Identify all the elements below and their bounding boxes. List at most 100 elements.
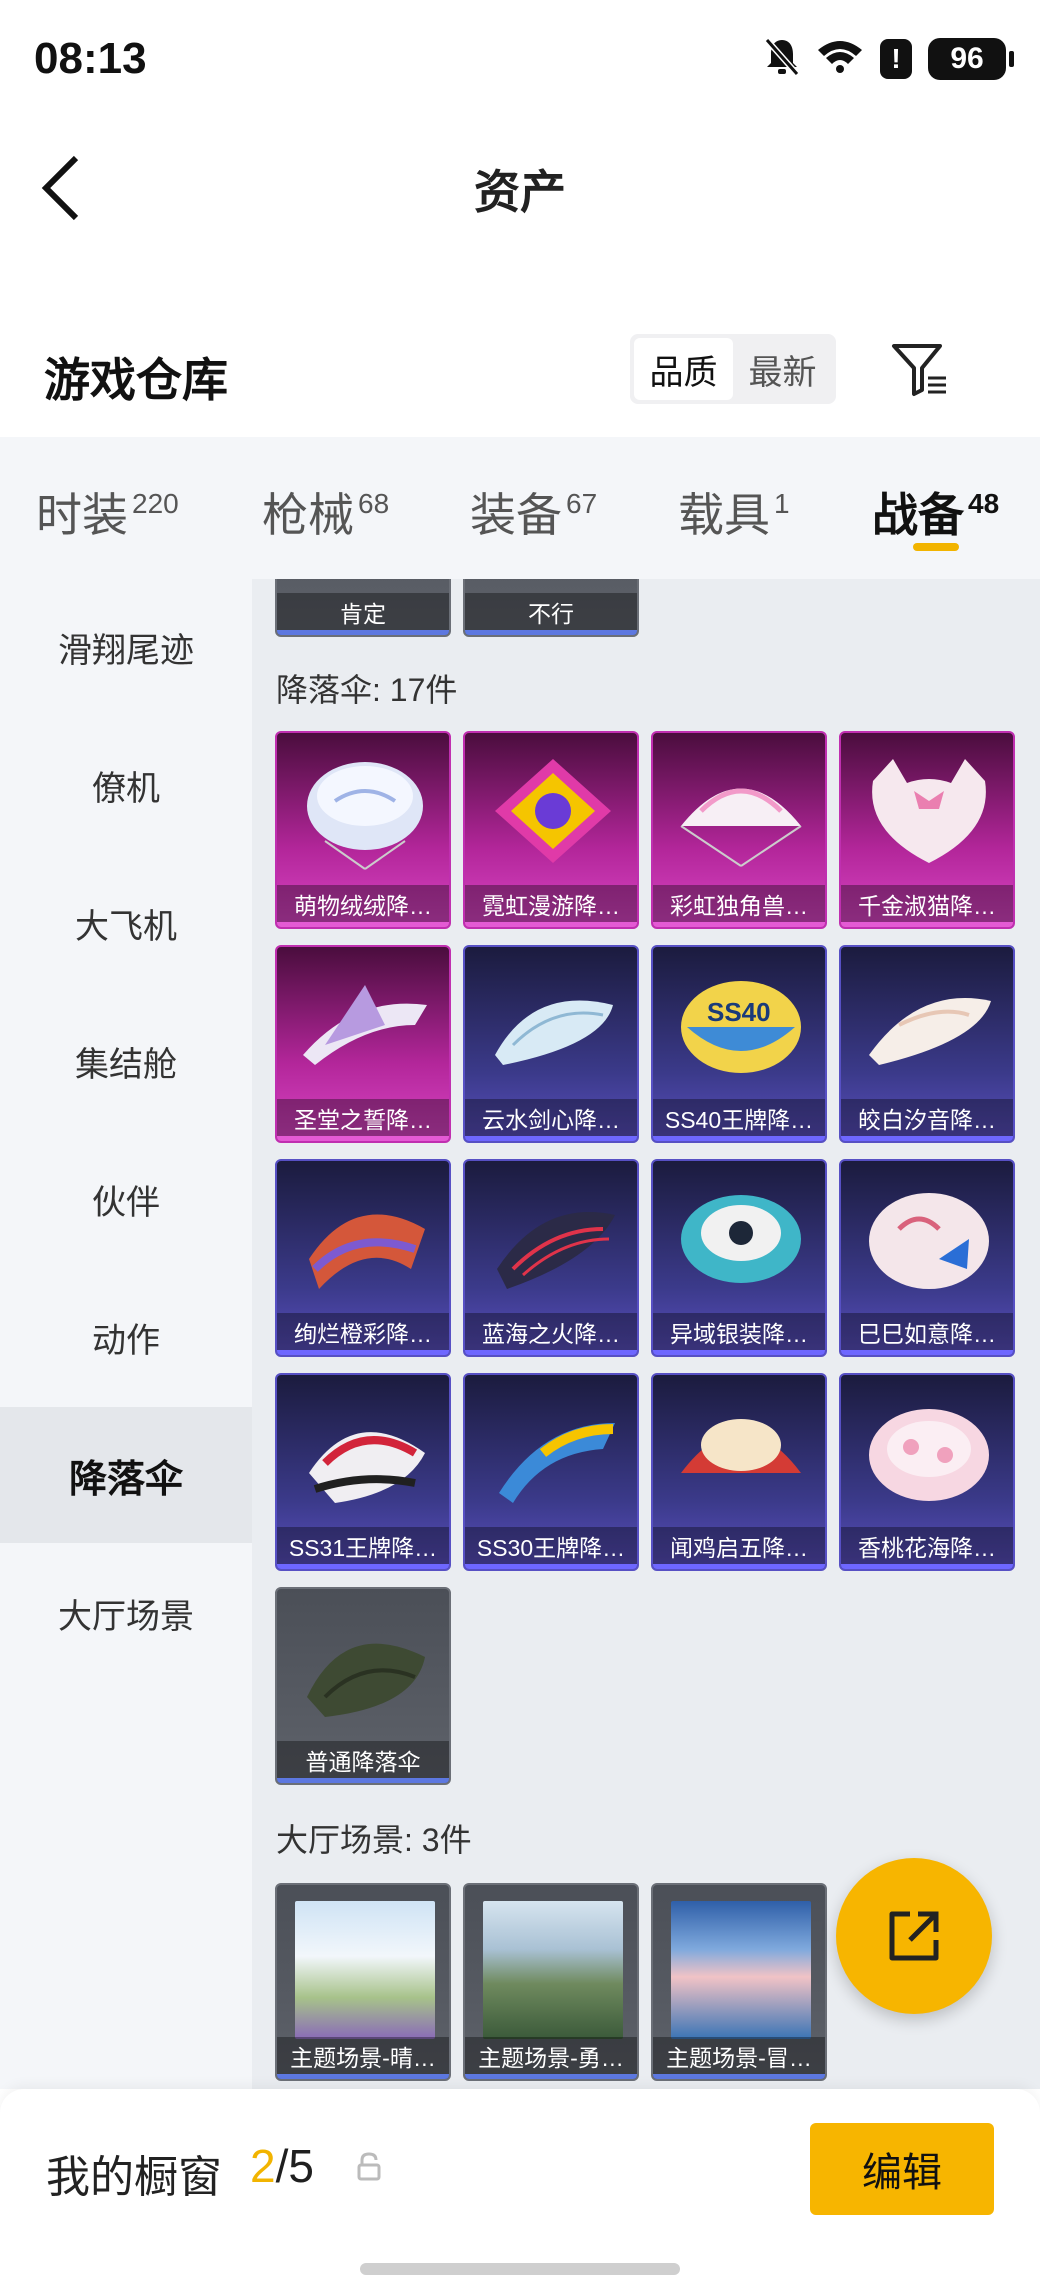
sidebar-item-wingman[interactable]: 僚机 bbox=[0, 717, 252, 853]
item-card[interactable]: 圣堂之誓降… bbox=[275, 945, 451, 1143]
parachute-icon: SS40 bbox=[681, 981, 801, 1073]
item-card[interactable]: 彩虹独角兽… bbox=[651, 731, 827, 929]
item-name: 萌物绒绒降… bbox=[277, 885, 449, 927]
parachute-icon bbox=[307, 1643, 425, 1717]
status-time: 08:13 bbox=[34, 34, 147, 83]
showcase-count: 2/5 bbox=[250, 2139, 314, 2193]
item-card[interactable]: 霓虹漫游降… bbox=[463, 731, 639, 929]
item-name: SS31王牌降… bbox=[277, 1527, 449, 1569]
scene-thumbnail bbox=[295, 1901, 435, 2039]
tab-count: 1 bbox=[774, 488, 790, 519]
mute-bell-icon bbox=[764, 36, 800, 81]
scene-card[interactable]: 主题场景-勇… bbox=[463, 1883, 639, 2081]
tab-vehicles[interactable]: 载具 1 bbox=[678, 479, 790, 545]
item-card[interactable]: 千金淑猫降… bbox=[839, 731, 1015, 929]
sidebar-item-companion[interactable]: 伙伴 bbox=[0, 1131, 252, 1267]
item-name: SS30王牌降… bbox=[465, 1527, 637, 1569]
item-card[interactable]: 不行 bbox=[463, 579, 639, 637]
item-card[interactable]: SS31王牌降… bbox=[275, 1373, 451, 1571]
item-name: 绚烂橙彩降… bbox=[277, 1313, 449, 1355]
tab-readiness[interactable]: 战备 48 bbox=[872, 479, 999, 545]
lock-icon bbox=[355, 2151, 383, 2186]
item-card[interactable]: 绚烂橙彩降… bbox=[275, 1159, 451, 1357]
item-card[interactable]: 异域银装降… bbox=[651, 1159, 827, 1357]
parachute-icon bbox=[869, 998, 991, 1065]
home-indicator[interactable] bbox=[360, 2263, 680, 2275]
item-name: 肯定 bbox=[277, 593, 449, 635]
sort-quality-button[interactable]: 品质 bbox=[634, 338, 733, 400]
parachute-icon bbox=[497, 1212, 615, 1289]
item-card[interactable]: 香桃花海降… bbox=[839, 1373, 1015, 1571]
tab-equipment[interactable]: 装备 67 bbox=[470, 479, 597, 545]
item-card[interactable]: 闻鸡启五降… bbox=[651, 1373, 827, 1571]
scene-thumbnail bbox=[483, 1901, 623, 2039]
parachute-icon bbox=[307, 762, 423, 870]
parachute-icon bbox=[681, 1419, 801, 1473]
tab-label: 载具 bbox=[678, 489, 770, 541]
sidebar-item-glide-trail[interactable]: 滑翔尾迹 bbox=[0, 579, 252, 715]
parachute-icon bbox=[499, 1423, 615, 1503]
active-tab-indicator bbox=[913, 543, 959, 551]
battery-icon: 96 bbox=[928, 37, 1014, 80]
showcase-bar: 我的橱窗 2/5 编辑 bbox=[0, 2089, 1040, 2295]
parachute-icon bbox=[309, 1432, 425, 1503]
scene-card[interactable]: 主题场景-冒… bbox=[651, 1883, 827, 2081]
page-title: 资产 bbox=[474, 166, 566, 218]
sort-newest-button[interactable]: 最新 bbox=[733, 338, 832, 400]
item-name: 皎白汐音降… bbox=[841, 1099, 1013, 1141]
tab-label: 战备 bbox=[872, 489, 964, 541]
item-name: 千金淑猫降… bbox=[841, 885, 1013, 927]
item-name: 霓虹漫游降… bbox=[465, 885, 637, 927]
tab-fashion[interactable]: 时装 220 bbox=[36, 479, 179, 545]
showcase-total: /5 bbox=[275, 2140, 314, 2192]
item-card[interactable]: 巳巳如意降… bbox=[839, 1159, 1015, 1357]
parachute-icon bbox=[303, 985, 427, 1065]
external-link-icon bbox=[889, 1911, 939, 1961]
item-card[interactable]: SS40 SS40王牌降… bbox=[651, 945, 827, 1143]
status-icons: ! 96 bbox=[764, 36, 1014, 81]
parachute-icon bbox=[869, 1193, 989, 1289]
item-card[interactable]: 普通降落伞 bbox=[275, 1587, 451, 1785]
warehouse-title: 游戏仓库 bbox=[44, 354, 228, 406]
tab-count: 67 bbox=[566, 488, 598, 519]
sidebar-item-pod[interactable]: 集结舱 bbox=[0, 993, 252, 1129]
item-card[interactable]: 云水剑心降… bbox=[463, 945, 639, 1143]
parachute-icon bbox=[681, 1195, 801, 1283]
wifi-icon bbox=[816, 38, 864, 79]
category-tabs: 时装 220 枪械 68 装备 67 载具 1 战备 48 bbox=[0, 437, 1040, 579]
lobby-section-title: 大厅场景: 3件 bbox=[276, 1822, 472, 1858]
parachute-icon bbox=[869, 1409, 989, 1501]
parachute-icon bbox=[495, 759, 611, 863]
item-name: SS40王牌降… bbox=[653, 1099, 825, 1141]
tab-count: 48 bbox=[968, 488, 1000, 519]
parachute-icon bbox=[680, 788, 802, 867]
nav-bar: 资产 bbox=[0, 120, 1040, 250]
scene-card[interactable]: 主题场景-晴… bbox=[275, 1883, 451, 2081]
parachute-icon bbox=[495, 1000, 613, 1065]
sidebar-item-parachute[interactable]: 降落伞 bbox=[0, 1407, 252, 1543]
item-name: 主题场景-冒… bbox=[653, 2037, 825, 2079]
item-name: 云水剑心降… bbox=[465, 1099, 637, 1141]
svg-text:SS40: SS40 bbox=[707, 997, 771, 1027]
filter-icon[interactable] bbox=[890, 340, 950, 400]
item-card[interactable]: 蓝海之火降… bbox=[463, 1159, 639, 1357]
item-card[interactable]: SS30王牌降… bbox=[463, 1373, 639, 1571]
edit-button[interactable]: 编辑 bbox=[810, 2123, 994, 2215]
parachute-section-title: 降落伞: 17件 bbox=[276, 672, 458, 708]
item-name: 异域银装降… bbox=[653, 1313, 825, 1355]
sidebar-item-big-plane[interactable]: 大飞机 bbox=[0, 855, 252, 991]
item-card[interactable]: 萌物绒绒降… bbox=[275, 731, 451, 929]
item-name: 主题场景-勇… bbox=[465, 2037, 637, 2079]
item-card[interactable]: 肯定 bbox=[275, 579, 451, 637]
sidebar-item-emote[interactable]: 动作 bbox=[0, 1269, 252, 1405]
status-bar: 08:13 ! 96 bbox=[0, 0, 1040, 120]
warehouse-header: 游戏仓库 品质 最新 bbox=[0, 320, 1040, 430]
sidebar-item-lobby-scene[interactable]: 大厅场景 bbox=[0, 1545, 252, 1681]
item-name: 闻鸡启五降… bbox=[653, 1527, 825, 1569]
tab-guns[interactable]: 枪械 68 bbox=[262, 479, 389, 545]
share-fab-button[interactable] bbox=[836, 1858, 992, 2014]
tab-count: 68 bbox=[358, 488, 390, 519]
item-name: 不行 bbox=[465, 593, 637, 635]
item-card[interactable]: 皎白汐音降… bbox=[839, 945, 1015, 1143]
alert-icon: ! bbox=[880, 38, 912, 79]
